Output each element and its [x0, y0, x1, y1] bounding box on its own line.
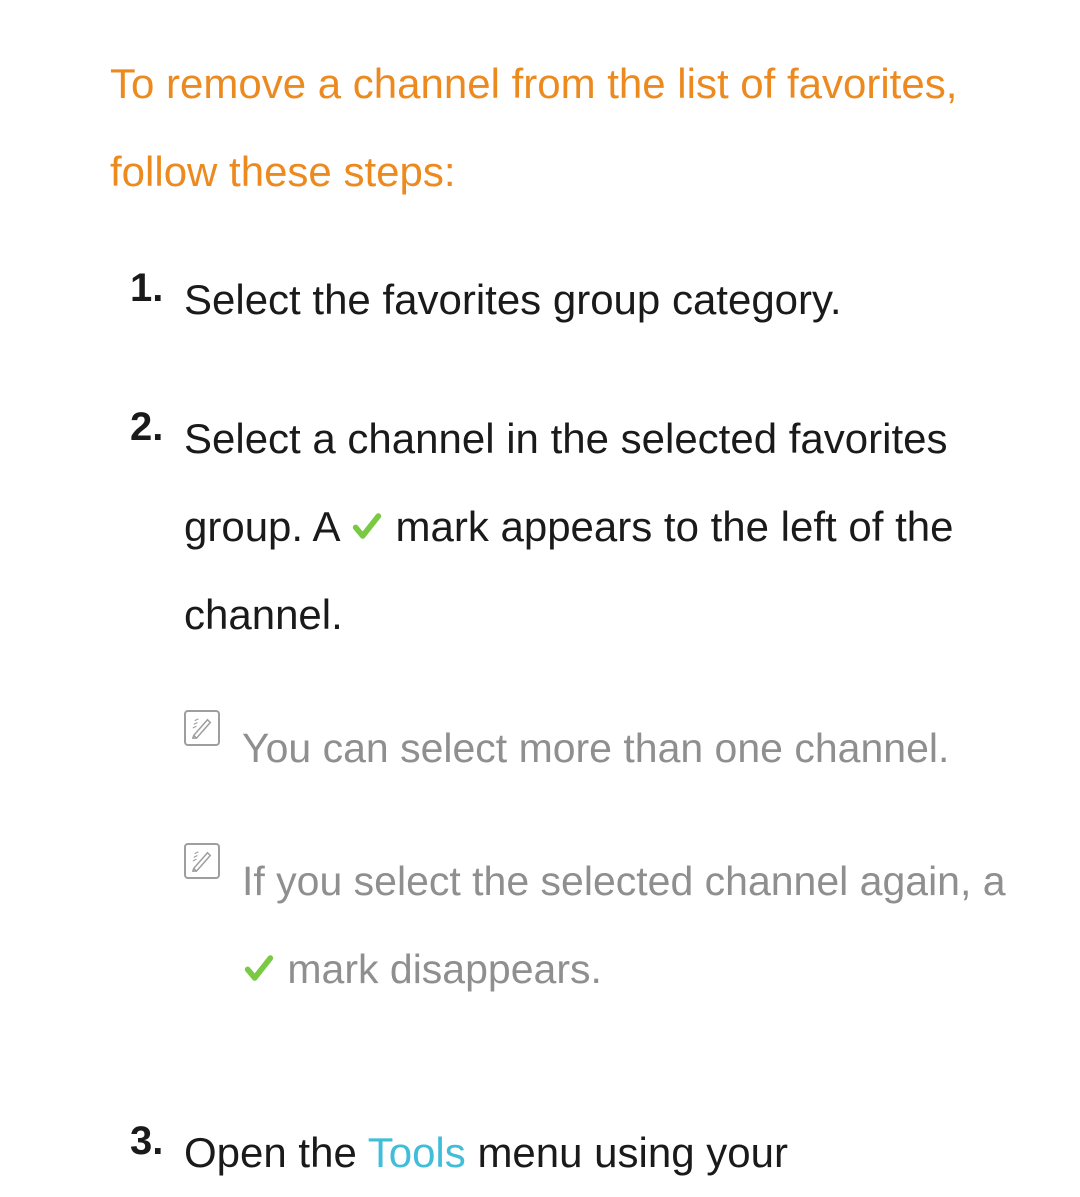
step-2: 2. Select a channel in the selected favo…: [130, 395, 1030, 1059]
step-3: 3. Open the Tools menu using your: [130, 1109, 1030, 1197]
step-1: 1. Select the favorites group category.: [130, 256, 1030, 344]
step-text: Select a channel in the selected favorit…: [184, 395, 1030, 660]
step-text: Select the favorites group category.: [184, 256, 1030, 344]
checkmark-icon: [350, 485, 384, 519]
step-number: 2.: [130, 395, 184, 1059]
step-notes: You can select more than one channel. If…: [184, 704, 1030, 1013]
note-icon: [184, 837, 242, 1013]
note-item: If you select the selected channel again…: [184, 837, 1030, 1013]
step-number: 3.: [130, 1109, 184, 1197]
step-text-part: Open the: [184, 1129, 368, 1176]
note-text-part: mark disappears.: [276, 946, 602, 992]
checkmark-icon: [242, 927, 276, 961]
note-text: You can select more than one channel.: [242, 704, 1030, 792]
step-text: Open the Tools menu using your: [184, 1109, 1030, 1197]
section-heading: To remove a channel from the list of fav…: [110, 40, 1030, 216]
tools-menu-label: Tools: [368, 1129, 466, 1176]
step-text-part: menu using your: [466, 1129, 788, 1176]
note-text: If you select the selected channel again…: [242, 837, 1030, 1013]
steps-list: 1. Select the favorites group category. …: [110, 256, 1030, 1196]
note-text-part: If you select the selected channel again…: [242, 858, 1006, 904]
step-number: 1.: [130, 256, 184, 344]
note-item: You can select more than one channel.: [184, 704, 1030, 792]
note-icon: [184, 704, 242, 792]
